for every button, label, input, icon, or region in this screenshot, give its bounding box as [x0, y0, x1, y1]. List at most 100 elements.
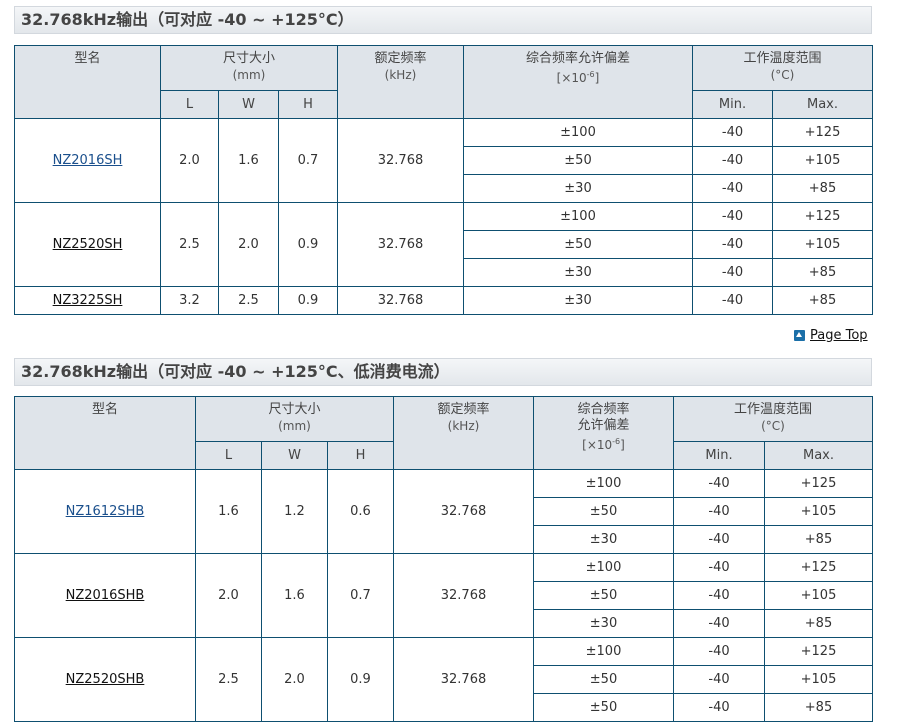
section-title-1: 32.768kHz输出（可对应 -40 ~ +125°C）	[14, 6, 872, 34]
size-L-cell: 1.6	[195, 469, 262, 554]
header-freq-unit: (kHz)	[447, 419, 480, 433]
size-H-cell: 0.9	[278, 202, 338, 287]
temp-max-cell: +125	[763, 553, 874, 582]
size-W-cell: 1.6	[218, 118, 279, 203]
size-L-cell: 2.5	[195, 637, 262, 722]
tolerance-cell: ±30	[463, 286, 693, 315]
header-tolerance-label: 综合频率允许偏差	[525, 51, 630, 66]
temp-min-cell: -40	[692, 286, 773, 315]
temp-max-cell: +105	[763, 581, 874, 610]
size-W-cell: 1.2	[261, 469, 328, 554]
model-cell: NZ2520SHB	[14, 637, 196, 722]
tol-unit-exp: -6	[586, 70, 595, 79]
model-link[interactable]: NZ2520SH	[53, 237, 123, 252]
size-H-cell: 0.9	[327, 637, 394, 722]
size-W-cell: 2.5	[218, 286, 279, 315]
header-size-unit: (mm)	[232, 68, 266, 82]
model-cell: NZ3225SH	[14, 286, 161, 315]
model-link[interactable]: NZ2016SHB	[66, 588, 145, 603]
temp-min-cell: -40	[673, 609, 765, 638]
temp-max-cell: +105	[763, 665, 874, 694]
model-cell: NZ1612SHB	[14, 469, 196, 554]
temp-max-cell: +125	[763, 469, 874, 498]
tol-unit-prefix: [×10	[582, 438, 613, 452]
temp-min-cell: -40	[692, 118, 773, 147]
model-cell: NZ2520SH	[14, 202, 161, 287]
temp-max-cell: +85	[771, 174, 874, 203]
temp-max-cell: +85	[763, 609, 874, 638]
freq-cell: 32.768	[337, 286, 464, 315]
header-temp-unit: (°C)	[761, 419, 785, 433]
tolerance-cell: ±50	[533, 665, 674, 694]
temp-min-cell: -40	[692, 202, 773, 231]
temp-max-cell: +85	[771, 258, 874, 287]
size-L-cell: 2.0	[160, 118, 219, 203]
header-L: L	[195, 441, 262, 470]
temp-min-cell: -40	[673, 693, 765, 722]
tolerance-cell: ±100	[533, 553, 674, 582]
temp-min-cell: -40	[673, 497, 765, 526]
temp-min-cell: -40	[692, 174, 773, 203]
header-model: 型名	[14, 45, 161, 119]
temp-max-cell: +85	[763, 693, 874, 722]
page-top-link[interactable]: Page Top	[794, 326, 868, 344]
page-top-label[interactable]: Page Top	[810, 328, 868, 343]
tolerance-cell: ±50	[533, 693, 674, 722]
header-size-unit: (mm)	[278, 419, 311, 433]
tol-unit-prefix: [×10	[556, 71, 587, 85]
model-link[interactable]: NZ2016SH	[53, 153, 123, 168]
temp-max-cell: +85	[763, 525, 874, 554]
tolerance-cell: ±100	[533, 637, 674, 666]
tolerance-cell: ±30	[533, 609, 674, 638]
temp-min-cell: -40	[673, 553, 765, 582]
table-row: NZ2520SH 2.5 2.0 0.9 32.768 ±100 -40 +125	[14, 202, 874, 287]
header-tolerance-unit: [×10-6]	[534, 434, 673, 453]
header-freq-label: 额定频率	[437, 402, 490, 417]
temp-min-cell: -40	[692, 258, 773, 287]
freq-cell: 32.768	[393, 553, 534, 638]
header-L: L	[160, 90, 219, 119]
header-W: W	[218, 90, 279, 119]
tolerance-cell: ±50	[533, 581, 674, 610]
size-W-cell: 1.6	[261, 553, 328, 638]
size-L-cell: 2.0	[195, 553, 262, 638]
temp-min-cell: -40	[673, 581, 765, 610]
arrow-up-icon	[794, 329, 805, 341]
header-temp-label: 工作温度范围	[743, 51, 822, 66]
table-row: NZ3225SH 3.2 2.5 0.9 32.768 ±30 -40 +85	[14, 286, 874, 315]
tolerance-cell: ±50	[463, 146, 693, 175]
size-H-cell: 0.7	[278, 118, 338, 203]
tolerance-cell: ±30	[463, 258, 693, 287]
section-title-2: 32.768kHz输出（可对应 -40 ~ +125°C、低消费电流）	[14, 358, 872, 386]
table-body-1: NZ2016SH 2.0 1.6 0.7 32.768 ±100 -40 +125 ±50 -40…	[14, 118, 874, 315]
header-W: W	[261, 441, 328, 470]
header-freq: 额定频率 (kHz)	[337, 45, 464, 119]
header-max: Max.	[771, 90, 874, 119]
model-cell: NZ2016SH	[14, 118, 161, 203]
header-tolerance-line1: 综合频率	[577, 402, 630, 417]
size-L-cell: 2.5	[160, 202, 219, 287]
model-link[interactable]: NZ3225SH	[53, 293, 123, 308]
temp-min-cell: -40	[692, 230, 773, 259]
model-link[interactable]: NZ1612SHB	[66, 504, 145, 519]
tolerance-cell: ±30	[463, 174, 693, 203]
header-max: Max.	[763, 441, 874, 470]
tolerance-cell: ±100	[463, 118, 693, 147]
header-size: 尺寸大小 (mm)	[160, 45, 338, 91]
header-model: 型名	[14, 396, 196, 470]
model-link[interactable]: NZ2520SHB	[66, 672, 145, 687]
size-H-cell: 0.6	[327, 469, 394, 554]
header-size-label: 尺寸大小	[268, 402, 321, 417]
header-tolerance: 综合频率 允许偏差 [×10-6]	[533, 396, 674, 470]
header-tolerance: 综合频率允许偏差 [×10-6]	[463, 45, 693, 119]
tolerance-cell: ±100	[533, 469, 674, 498]
header-size-label: 尺寸大小	[222, 51, 275, 66]
size-L-cell: 3.2	[160, 286, 219, 315]
spec-table-1: 型名 尺寸大小 (mm) 额定频率 (kHz) 综合频率允许偏差 [×10-6]…	[14, 45, 874, 315]
temp-min-cell: -40	[673, 525, 765, 554]
table-row: NZ2016SHB 2.0 1.6 0.7 32.768 ±100 -40 +125	[14, 553, 874, 638]
temp-max-cell: +85	[771, 286, 874, 315]
freq-cell: 32.768	[337, 118, 464, 203]
tolerance-cell: ±30	[533, 525, 674, 554]
table-row: NZ2520SHB 2.5 2.0 0.9 32.768 ±100 -40 +125	[14, 637, 874, 722]
